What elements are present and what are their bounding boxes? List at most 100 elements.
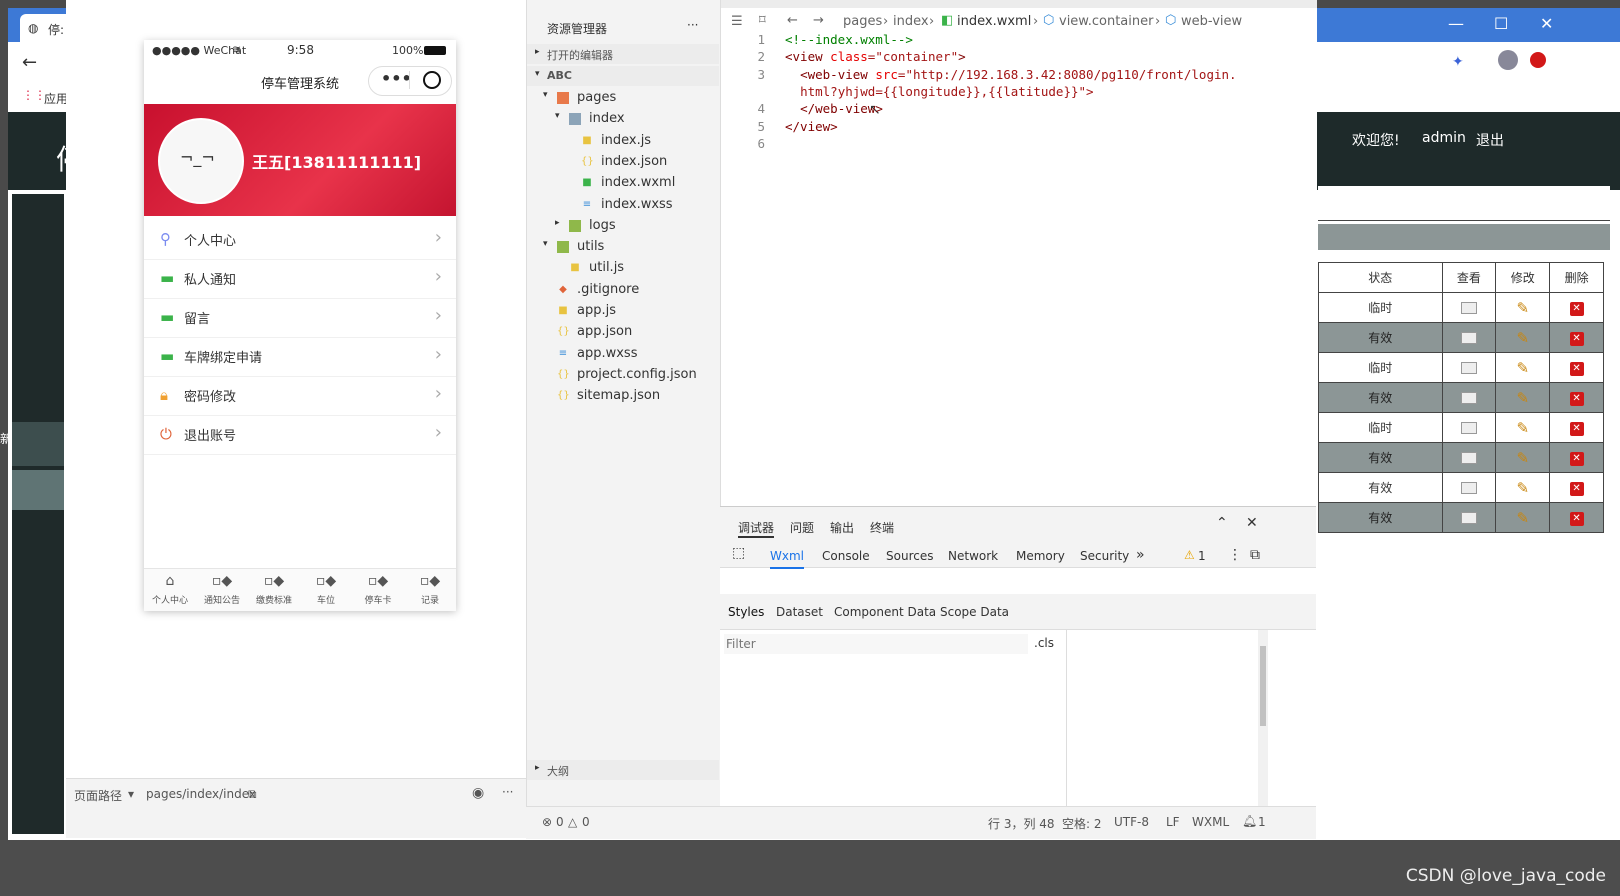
file-tree-item[interactable]: ■ index.js — [527, 131, 719, 152]
devtools-tab[interactable]: 输出 — [830, 519, 854, 536]
cls-button[interactable]: .cls — [1034, 636, 1054, 650]
devtools-subtab[interactable]: Wxml — [770, 549, 804, 569]
style-tab[interactable]: Dataset — [776, 605, 823, 619]
menu-item[interactable]: ⚲ 个人中心 › — [144, 220, 456, 260]
file-tree-item[interactable]: {} index.json — [527, 152, 719, 173]
page-path-label[interactable]: 页面路径 — [74, 787, 122, 804]
file-tree-item[interactable]: {} sitemap.json — [527, 386, 719, 407]
sidebar-item-active[interactable] — [12, 422, 64, 466]
minimize-button[interactable]: — — [1448, 14, 1464, 33]
pencil-icon[interactable]: ✎ — [1516, 389, 1529, 407]
file-tree-item[interactable]: ▸ logs — [527, 216, 719, 237]
delete-icon[interactable]: ✕ — [1569, 301, 1584, 316]
avatar[interactable]: ¬_¬ — [158, 118, 244, 204]
nav-forward-icon[interactable]: → — [813, 13, 824, 28]
wxml-tree-area[interactable] — [720, 567, 1316, 594]
chevron-right-icon[interactable]: ▸ — [555, 218, 560, 228]
file-tree-item[interactable]: ■ util.js — [527, 258, 719, 279]
pencil-icon[interactable]: ✎ — [1516, 509, 1529, 527]
warning-icon[interactable]: ⚠ — [1184, 548, 1195, 562]
list-icon[interactable]: ☰ — [731, 14, 743, 29]
menu-item[interactable]: ▬ 车牌绑定申请 › — [144, 337, 456, 377]
bell-icon[interactable]: 🔔︎ — [1242, 814, 1257, 828]
style-tab[interactable]: Component Data — [834, 605, 936, 619]
view-icon[interactable] — [1460, 422, 1477, 434]
delete-icon[interactable]: ✕ — [1569, 391, 1584, 406]
kebab-icon[interactable]: ⋮ — [1228, 547, 1242, 563]
tab-item[interactable]: ▫◆ 缴费标准 — [248, 569, 300, 611]
pencil-icon[interactable]: ✎ — [1516, 329, 1529, 347]
style-tab[interactable]: Scope Data — [940, 605, 1009, 619]
menu-item[interactable]: 🔒︎ 密码修改 › — [144, 376, 456, 416]
code-line[interactable]: 1 <!--index.wxml--> — [721, 32, 1317, 49]
apps-icon[interactable]: ⋮⋮ — [22, 88, 46, 102]
devtools-tab[interactable]: 问题 — [790, 519, 814, 536]
chevron-down-icon[interactable]: ▾ — [543, 239, 548, 249]
close-miniprogram-icon[interactable] — [423, 71, 441, 89]
devtools-tab[interactable]: 终端 — [870, 519, 894, 536]
tab-item[interactable]: ▫◆ 车位 — [300, 569, 352, 611]
tab-item[interactable]: ▫◆ 通知公告 — [196, 569, 248, 611]
open-editors-section[interactable]: ▸ 打开的编辑器 — [527, 44, 719, 64]
breadcrumb-item[interactable]: index — [893, 14, 929, 29]
explorer-more-icon[interactable]: ··· — [687, 18, 698, 32]
devtools-tab[interactable]: 调试器 — [738, 519, 775, 538]
sidebar-item[interactable] — [12, 470, 64, 510]
chevron-down-icon[interactable]: ▾ — [555, 111, 560, 121]
close-icon[interactable]: ✕ — [1246, 515, 1258, 531]
tab-item[interactable]: ⌂ 个人中心 — [144, 569, 196, 611]
menu-item[interactable]: ▬ 留言 › — [144, 298, 456, 338]
pencil-icon[interactable]: ✎ — [1516, 479, 1529, 497]
devtools-subtab[interactable]: Sources — [886, 549, 933, 563]
warning-icon[interactable]: △ — [568, 815, 577, 829]
view-icon[interactable] — [1460, 452, 1477, 464]
update-icon[interactable] — [1530, 52, 1546, 68]
file-tree-item[interactable]: ≡ app.wxss — [527, 344, 719, 365]
logout-link[interactable]: 退出 — [1476, 130, 1504, 150]
eol[interactable]: LF — [1166, 815, 1180, 829]
devtools-subtab[interactable]: Security — [1080, 549, 1129, 563]
more-icon[interactable]: ··· — [502, 785, 513, 799]
file-tree-item[interactable]: ▾ index — [527, 109, 719, 130]
avatar[interactable] — [1498, 50, 1518, 70]
styles-filter-input[interactable] — [724, 634, 1028, 654]
menu-item[interactable]: ▬ 私人通知 › — [144, 259, 456, 299]
project-section[interactable]: ▾ ABC — [527, 66, 719, 86]
indent-setting[interactable]: 空格: 2 — [1062, 815, 1102, 832]
cursor-position[interactable]: 行 3，列 48 — [988, 815, 1055, 832]
breadcrumb-item[interactable]: view.container — [1059, 14, 1153, 29]
more-icon[interactable]: ••• — [381, 69, 412, 88]
code-line[interactable]: 4 </web-view> — [721, 101, 1317, 118]
pencil-icon[interactable]: ✎ — [1516, 299, 1529, 317]
breadcrumb-item[interactable]: pages — [843, 14, 882, 29]
delete-icon[interactable]: ✕ — [1569, 451, 1584, 466]
devtools-subtab[interactable]: Memory — [1016, 549, 1065, 563]
chevron-down-icon[interactable]: ▾ — [543, 90, 548, 100]
pencil-icon[interactable]: ✎ — [1516, 419, 1529, 437]
delete-icon[interactable]: ✕ — [1569, 481, 1584, 496]
bookmark-apps[interactable]: 应用 — [44, 90, 68, 107]
tab-item[interactable]: ▫◆ 停车卡 — [352, 569, 404, 611]
code-line[interactable]: html?yhjwd={{longitude}},{{latitude}}"> — [721, 84, 1317, 101]
delete-icon[interactable]: ✕ — [1569, 361, 1584, 376]
view-icon[interactable] — [1460, 302, 1477, 314]
file-tree-item[interactable]: {} project.config.json — [527, 365, 719, 386]
view-icon[interactable] — [1460, 482, 1477, 494]
bookmark-icon[interactable]: ⌑ — [759, 13, 766, 28]
file-tree-item[interactable]: ◆ .gitignore — [527, 280, 719, 301]
copy-icon[interactable]: ⧉ — [248, 787, 257, 802]
delete-icon[interactable]: ✕ — [1569, 511, 1584, 526]
inspect-icon[interactable]: ⬚ — [732, 545, 745, 561]
file-tree-item[interactable]: {} app.json — [527, 322, 719, 343]
view-icon[interactable] — [1460, 362, 1477, 374]
view-icon[interactable] — [1460, 332, 1477, 344]
file-tree-item[interactable]: ■ app.js — [527, 301, 719, 322]
menu-item[interactable]: ⏻ 退出账号 › — [144, 415, 456, 455]
nav-back-icon[interactable]: ← — [787, 13, 798, 28]
code-line[interactable]: 6 — [721, 136, 1317, 153]
breadcrumb-item[interactable]: index.wxml — [957, 14, 1031, 29]
delete-icon[interactable]: ✕ — [1569, 331, 1584, 346]
error-icon[interactable]: ⊗ — [542, 815, 552, 829]
delete-icon[interactable]: ✕ — [1569, 421, 1584, 436]
back-icon[interactable]: ← — [22, 52, 37, 73]
